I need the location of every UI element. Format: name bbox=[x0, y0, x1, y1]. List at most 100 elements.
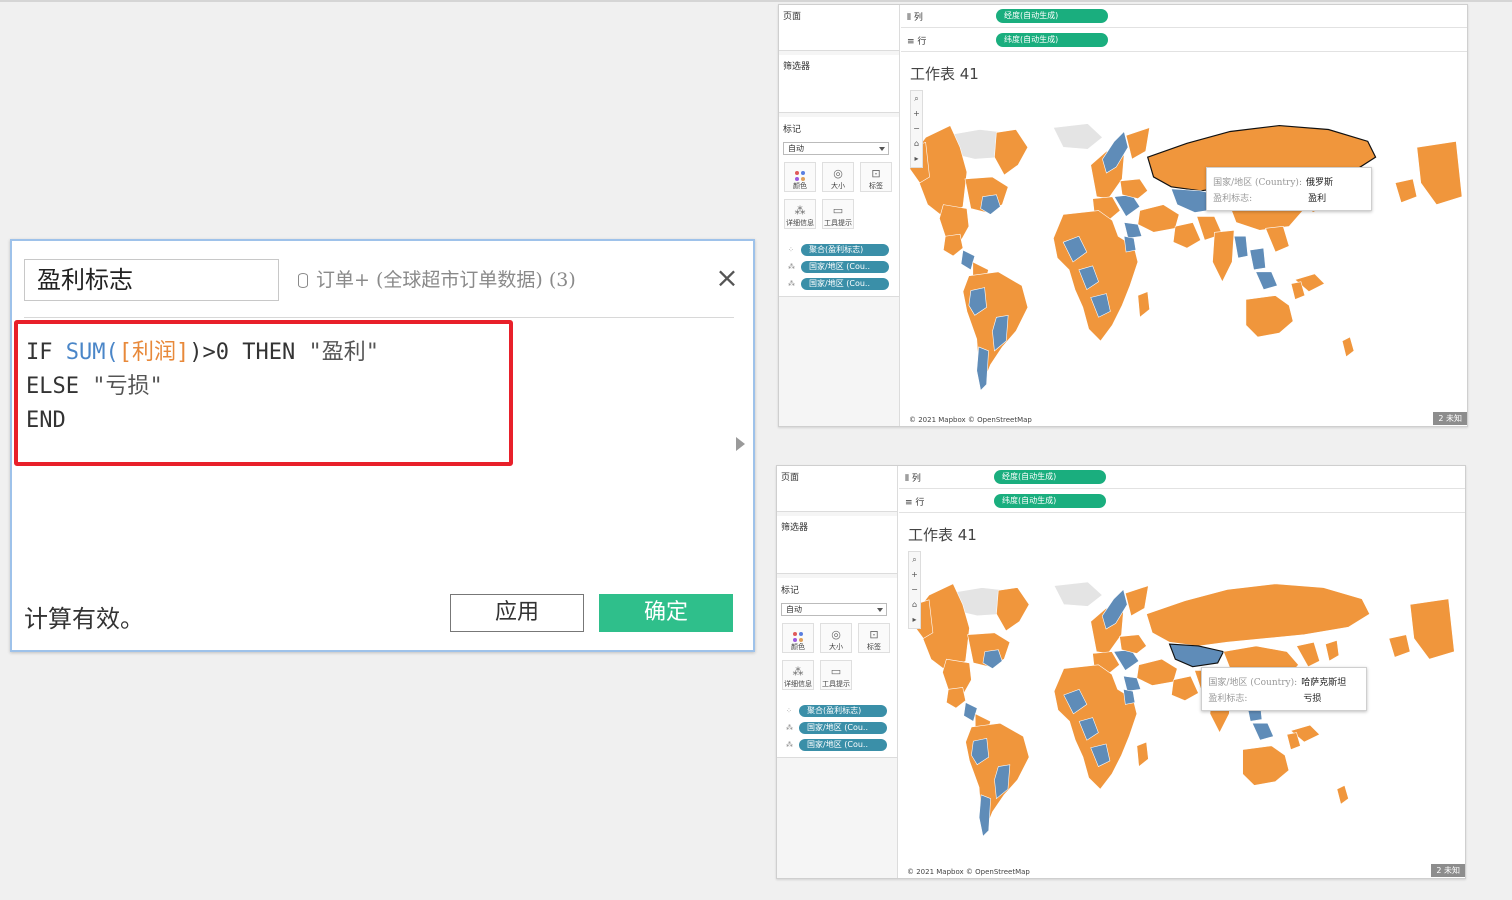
detail-label: 详细信息 bbox=[784, 680, 812, 688]
country-shape[interactable] bbox=[1341, 336, 1355, 358]
dialog-divider bbox=[24, 317, 734, 318]
pan-icon[interactable]: ▸ bbox=[909, 612, 920, 627]
zoom-icon[interactable]: ⌕ bbox=[909, 552, 920, 567]
tooltip-icon: ▭ bbox=[830, 665, 842, 678]
zoom-out-icon[interactable]: − bbox=[909, 582, 920, 597]
unknown-badge[interactable]: 2 未知 bbox=[1431, 864, 1465, 877]
country-shape[interactable] bbox=[946, 687, 966, 709]
country-shape[interactable] bbox=[1053, 581, 1103, 607]
rows-shelf[interactable]: ≡ 行 纬度(自动生成) bbox=[899, 490, 1465, 513]
latitude-pill[interactable]: 纬度(自动生成) bbox=[996, 33, 1108, 47]
country-shape[interactable] bbox=[1136, 741, 1149, 768]
country-shape[interactable] bbox=[1242, 745, 1290, 786]
country-shape[interactable] bbox=[943, 233, 964, 257]
size-button[interactable]: ◎ 大小 bbox=[820, 623, 852, 653]
country-shape[interactable] bbox=[1336, 784, 1349, 805]
detail-button[interactable]: ⁂ 详细信息 bbox=[782, 660, 814, 690]
mark-type-dropdown[interactable]: 自动 bbox=[781, 603, 887, 616]
tooltip-button[interactable]: ▭ 工具提示 bbox=[820, 660, 852, 690]
apply-button[interactable]: 应用 bbox=[450, 594, 584, 632]
columns-label: ⦀ 列 bbox=[905, 474, 921, 484]
filters-shelf[interactable]: 筛选器 bbox=[777, 516, 897, 574]
country-shape[interactable] bbox=[1388, 634, 1411, 658]
map-canvas[interactable] bbox=[904, 548, 1465, 878]
expand-arrow-icon[interactable] bbox=[736, 437, 745, 451]
dropdown-arrow-icon bbox=[879, 147, 885, 151]
calc-name-input[interactable]: 盈利标志 bbox=[24, 259, 279, 301]
country-shape[interactable] bbox=[1168, 643, 1225, 668]
zoom-in-icon[interactable]: + bbox=[909, 567, 920, 582]
longitude-pill[interactable]: 经度(自动生成) bbox=[996, 9, 1108, 23]
map-tooltip: 国家/地区 (Country): 哈萨克斯坦 盈利标志: 亏损 bbox=[1201, 666, 1368, 711]
zoom-out-icon[interactable]: − bbox=[911, 121, 922, 136]
country-shape[interactable] bbox=[1416, 141, 1463, 205]
home-icon[interactable]: ⌂ bbox=[909, 597, 920, 612]
pill-country-2[interactable]: 国家/地区 (Cou.. bbox=[799, 739, 887, 751]
label-button[interactable]: ⊡ 标签 bbox=[860, 162, 892, 192]
label-button[interactable]: ⊡ 标签 bbox=[858, 623, 890, 653]
pages-shelf[interactable]: 页面 bbox=[777, 466, 897, 512]
tooltip-button[interactable]: ▭ 工具提示 bbox=[822, 199, 854, 229]
tooltip-country-row: 国家/地区 (Country): 哈萨克斯坦 bbox=[1208, 677, 1347, 688]
data-source-label: 订单+ (全球超市订单数据) (3) bbox=[298, 265, 576, 295]
country-shape[interactable] bbox=[1251, 722, 1274, 741]
ok-button[interactable]: 确定 bbox=[599, 594, 733, 632]
country-shape[interactable] bbox=[1172, 222, 1202, 249]
country-shape[interactable] bbox=[996, 587, 1030, 632]
world-map[interactable]: ⌕ + − ⌂ ▸ 国家/地区 (Country): 俄罗斯 盈利标志: 盈利 © … bbox=[906, 87, 1467, 426]
pill-country-1[interactable]: 国家/地区 (Cou.. bbox=[799, 722, 887, 734]
country-shape[interactable] bbox=[1245, 295, 1294, 338]
home-icon[interactable]: ⌂ bbox=[911, 136, 922, 151]
country-shape[interactable] bbox=[1123, 688, 1136, 705]
detail-button[interactable]: ⁂ 详细信息 bbox=[784, 199, 816, 229]
pill-country-2[interactable]: 国家/地区 (Cou.. bbox=[801, 278, 889, 290]
country-shape[interactable] bbox=[1255, 271, 1278, 290]
country-shape[interactable] bbox=[1136, 658, 1178, 686]
country-shape[interactable] bbox=[1265, 226, 1290, 253]
country-shape[interactable] bbox=[1146, 583, 1371, 647]
country-shape[interactable] bbox=[994, 129, 1029, 176]
left-panel: 页面 筛选器 标记 自动 颜色 ◎ 大小 ⊡ 标签 ⁂ 详细信息 ▭ 工具提示 … bbox=[777, 466, 898, 878]
pill-profit-flag[interactable]: 聚合(盈利标志) bbox=[799, 705, 887, 717]
country-shape[interactable] bbox=[1052, 123, 1103, 150]
country-shape[interactable] bbox=[1171, 675, 1199, 701]
country-shape[interactable] bbox=[1233, 235, 1249, 259]
color-button[interactable]: 颜色 bbox=[782, 623, 814, 653]
country-shape[interactable] bbox=[1325, 639, 1340, 662]
close-icon[interactable]: × bbox=[712, 263, 742, 293]
country-shape[interactable] bbox=[1137, 291, 1150, 318]
country-shape[interactable] bbox=[978, 794, 991, 837]
longitude-pill[interactable]: 经度(自动生成) bbox=[994, 470, 1106, 484]
columns-shelf[interactable]: ⦀ 列 经度(自动生成) bbox=[901, 5, 1467, 28]
country-shape[interactable] bbox=[1125, 127, 1151, 160]
pill-profit-flag[interactable]: 聚合(盈利标志) bbox=[801, 244, 889, 256]
unknown-badge[interactable]: 2 未知 bbox=[1433, 412, 1467, 425]
country-shape[interactable] bbox=[1409, 598, 1455, 660]
rows-label: ≡ 行 bbox=[907, 37, 927, 47]
country-shape[interactable] bbox=[1296, 641, 1320, 668]
filters-shelf[interactable]: 筛选器 bbox=[779, 55, 899, 113]
map-canvas[interactable] bbox=[906, 87, 1467, 426]
zoom-in-icon[interactable]: + bbox=[911, 106, 922, 121]
worksheet-title: 工作表 41 bbox=[910, 65, 979, 83]
mark-type-dropdown[interactable]: 自动 bbox=[783, 142, 889, 155]
country-shape[interactable] bbox=[1249, 247, 1266, 271]
pan-icon[interactable]: ▸ bbox=[911, 151, 922, 166]
color-button[interactable]: 颜色 bbox=[784, 162, 816, 192]
latitude-pill[interactable]: 纬度(自动生成) bbox=[994, 494, 1106, 508]
country-shape[interactable] bbox=[1137, 204, 1180, 233]
zoom-icon[interactable]: ⌕ bbox=[911, 91, 922, 106]
pages-shelf[interactable]: 页面 bbox=[779, 5, 899, 51]
marks-label: 标记 bbox=[783, 125, 802, 135]
size-button[interactable]: ◎ 大小 bbox=[822, 162, 854, 192]
country-shape[interactable] bbox=[1123, 235, 1137, 253]
country-shape[interactable] bbox=[976, 346, 989, 392]
world-map[interactable]: ⌕ + − ⌂ ▸ 国家/地区 (Country): 哈萨克斯坦 盈利标志: 亏损 … bbox=[904, 548, 1465, 878]
rows-shelf[interactable]: ≡ 行 纬度(自动生成) bbox=[901, 29, 1467, 52]
columns-shelf[interactable]: ⦀ 列 经度(自动生成) bbox=[899, 466, 1465, 489]
columns-label: ⦀ 列 bbox=[907, 13, 923, 23]
country-shape[interactable] bbox=[1212, 229, 1235, 283]
pill-country-1[interactable]: 国家/地区 (Cou.. bbox=[801, 261, 889, 273]
country-shape[interactable] bbox=[1394, 178, 1418, 204]
country-shape[interactable] bbox=[1124, 585, 1149, 617]
